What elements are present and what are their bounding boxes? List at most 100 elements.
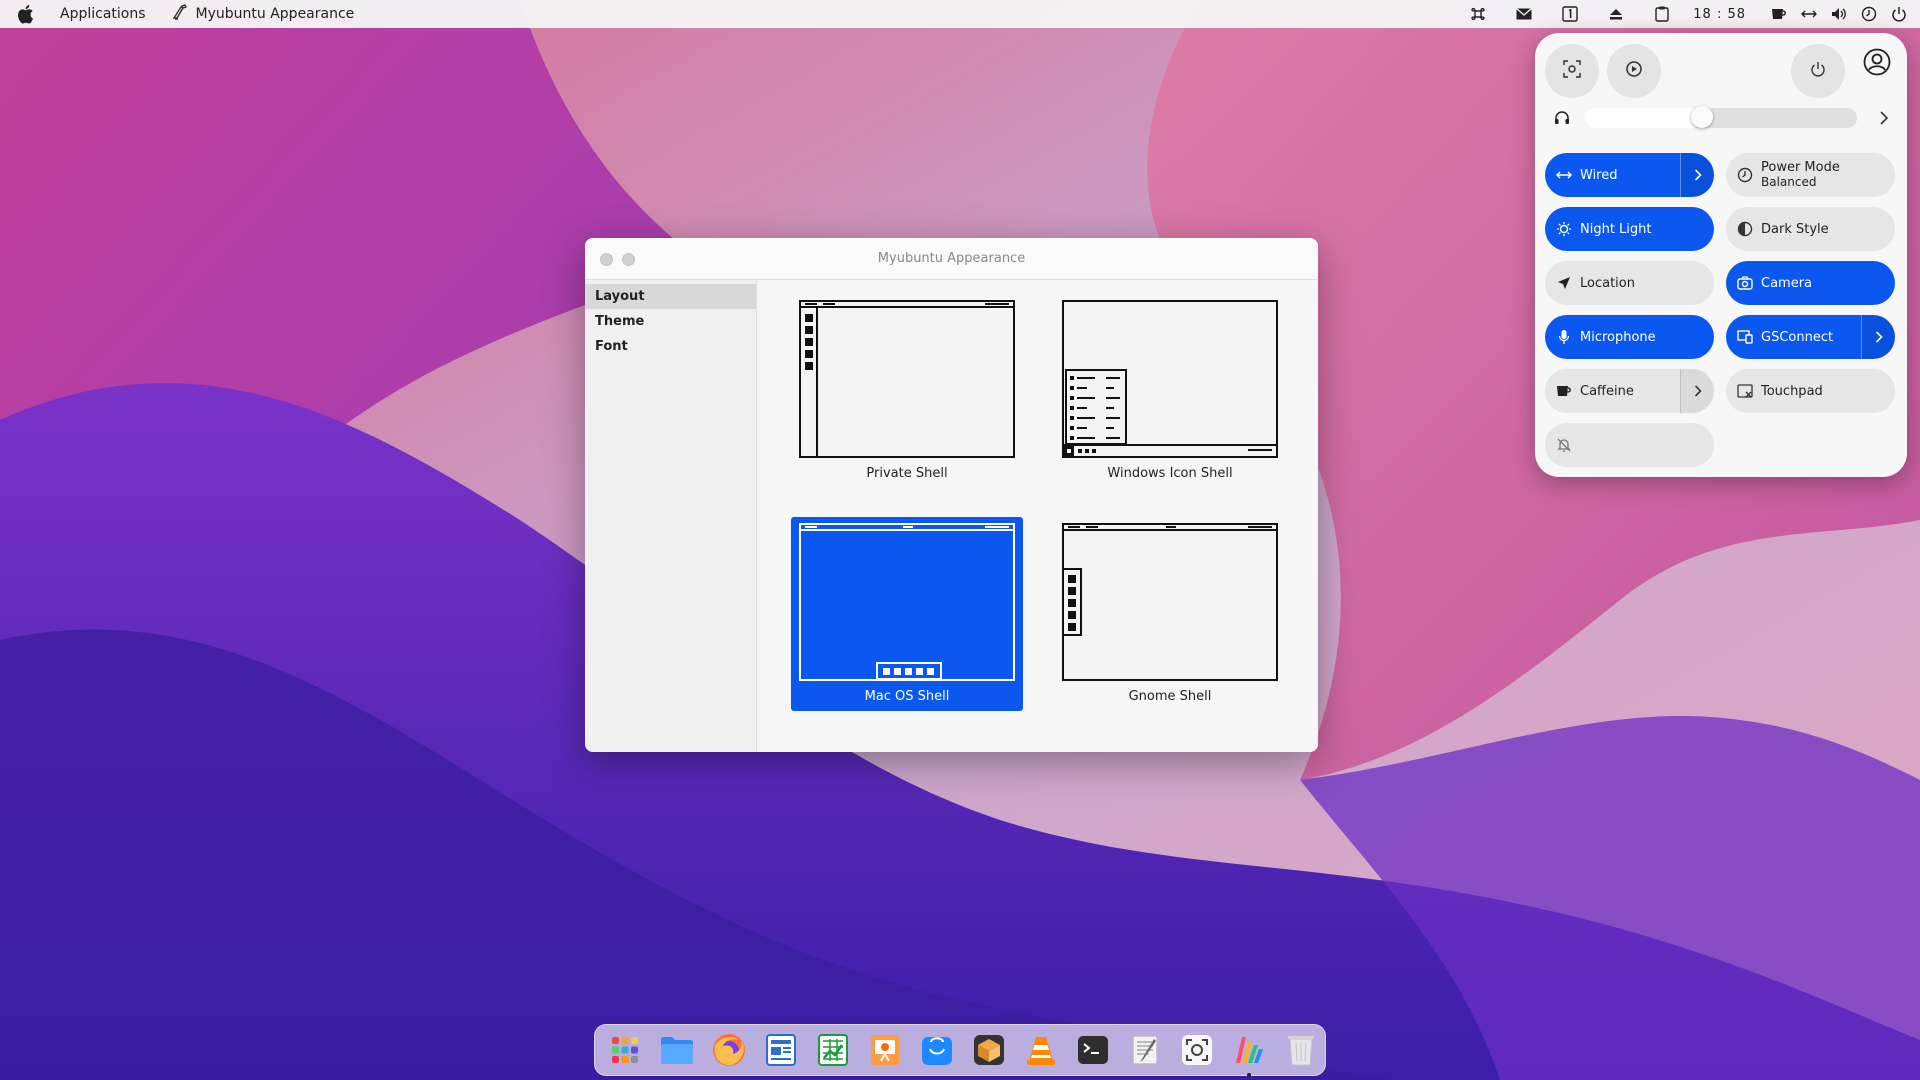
windows-icon-shell-preview <box>1062 300 1278 458</box>
software-center-icon[interactable] <box>915 1028 959 1072</box>
volume-slider[interactable] <box>1585 108 1857 128</box>
volume-output-expand-icon[interactable] <box>1875 109 1893 127</box>
top-bar: Applications Myubuntu Appearance 18 : 58 <box>0 0 1920 28</box>
command-icon[interactable] <box>1469 5 1487 23</box>
quick-toggle-microphone-label: Microphone <box>1580 329 1656 345</box>
app-grid-icon[interactable] <box>603 1028 647 1072</box>
trash-icon[interactable] <box>1279 1028 1323 1072</box>
quick-toggle-dark-style[interactable]: Dark Style <box>1726 207 1895 251</box>
quick-toggle-power-mode-label: Power Mode <box>1761 160 1840 175</box>
vlc-icon[interactable] <box>1019 1028 1063 1072</box>
quick-toggle-location-label: Location <box>1580 275 1635 291</box>
writer-icon[interactable] <box>759 1028 803 1072</box>
quick-toggle-power-mode[interactable]: Power Mode Balanced <box>1726 153 1895 197</box>
quick-toggle-touchpad[interactable]: Touchpad <box>1726 369 1895 413</box>
screenshot-icon[interactable] <box>1175 1028 1219 1072</box>
user-avatar-button[interactable] <box>1862 48 1892 80</box>
text-editor-icon[interactable] <box>1123 1028 1167 1072</box>
running-indicator <box>1247 1073 1251 1077</box>
clipboard-icon[interactable] <box>1653 5 1671 23</box>
caffeine-expand-button[interactable] <box>1680 369 1714 413</box>
quick-toggle-microphone[interactable]: Microphone <box>1545 315 1714 359</box>
gsconnect-expand-button[interactable] <box>1861 315 1895 359</box>
screenshot-button[interactable] <box>1545 44 1599 98</box>
mail-icon[interactable] <box>1515 5 1533 23</box>
quick-toggle-gsconnect[interactable]: GSConnect <box>1726 315 1895 359</box>
quick-toggle-location[interactable]: Location <box>1545 261 1714 305</box>
window-close-button[interactable] <box>600 253 613 266</box>
layout-label-gnome-shell: Gnome Shell <box>1128 689 1212 704</box>
screen-record-icon <box>1625 60 1643 82</box>
power-icon <box>1810 61 1826 81</box>
window-sidebar: Layout Theme Font <box>585 280 757 752</box>
gsconnect-icon <box>1737 329 1753 345</box>
impress-icon[interactable] <box>863 1028 907 1072</box>
wired-expand-button[interactable] <box>1680 153 1714 197</box>
active-app-menu[interactable]: Myubuntu Appearance <box>172 4 355 24</box>
private-shell-preview <box>799 300 1015 458</box>
screenshot-icon <box>1563 60 1581 82</box>
volume-icon[interactable] <box>1830 5 1848 23</box>
dark-style-icon <box>1737 221 1753 237</box>
night-light-icon <box>1556 221 1572 237</box>
volume-slider-knob[interactable] <box>1690 106 1713 128</box>
quick-toggle-wired-label: Wired <box>1580 167 1618 183</box>
firefox-icon[interactable] <box>707 1028 751 1072</box>
layout-option-windows-icon-shell[interactable]: Windows Icon Shell <box>1054 294 1286 488</box>
applications-menu[interactable]: Applications <box>60 6 146 22</box>
quick-toggle-touchpad-label: Touchpad <box>1761 383 1823 399</box>
files-icon[interactable] <box>655 1028 699 1072</box>
power-icon[interactable] <box>1890 5 1908 23</box>
layout-option-mac-os-shell[interactable]: Mac OS Shell <box>791 517 1023 711</box>
layout-label-windows-icon-shell: Windows Icon Shell <box>1107 466 1233 481</box>
quick-toggle-camera-label: Camera <box>1761 275 1813 291</box>
quick-toggle-dark-style-label: Dark Style <box>1761 221 1829 237</box>
window-titlebar[interactable]: Myubuntu Appearance <box>585 238 1318 280</box>
appearance-app-icon <box>172 4 188 24</box>
quick-toggle-do-not-disturb[interactable] <box>1545 423 1714 467</box>
eject-icon[interactable] <box>1607 5 1625 23</box>
volume-slider-fill <box>1585 108 1702 128</box>
volume-row <box>1535 103 1907 133</box>
layout-grid: Private Shell Windows Icon Shell Mac OS … <box>757 280 1318 752</box>
layout-label-private-shell: Private Shell <box>866 466 948 481</box>
quick-toggle-wired[interactable]: Wired <box>1545 153 1714 197</box>
headphones-icon[interactable] <box>1553 109 1571 127</box>
quick-toggle-night-light[interactable]: Night Light <box>1545 207 1714 251</box>
quick-settings-panel: Wired Power Mode Balanced Night Light Dar… <box>1535 33 1907 477</box>
applications-menu-label: Applications <box>60 6 146 22</box>
sidebar-item-layout[interactable]: Layout <box>585 284 756 309</box>
workspace-1-icon[interactable] <box>1561 5 1579 23</box>
terminal-icon[interactable] <box>1071 1028 1115 1072</box>
touchpad-icon <box>1737 383 1753 399</box>
sidebar-item-theme[interactable]: Theme <box>585 309 756 334</box>
window-minimize-button[interactable] <box>622 253 635 266</box>
power-menu-button[interactable] <box>1791 44 1845 98</box>
apple-logo-icon[interactable] <box>14 3 36 25</box>
sidebar-item-font[interactable]: Font <box>585 334 756 359</box>
active-app-title: Myubuntu Appearance <box>195 6 355 22</box>
calc-icon[interactable] <box>811 1028 855 1072</box>
gnome-shell-preview <box>1062 523 1278 681</box>
window-title: Myubuntu Appearance <box>877 251 1026 266</box>
network-wired-icon[interactable] <box>1800 5 1818 23</box>
camera-icon <box>1737 275 1753 291</box>
location-icon <box>1556 275 1572 291</box>
power-mode-icon <box>1737 167 1753 183</box>
package-icon[interactable] <box>967 1028 1011 1072</box>
user-avatar-icon <box>1863 48 1891 80</box>
layout-option-gnome-shell[interactable]: Gnome Shell <box>1054 517 1286 711</box>
mac-os-shell-preview <box>799 523 1015 681</box>
screen-record-button[interactable] <box>1607 44 1661 98</box>
clock[interactable]: 18 : 58 <box>1693 7 1746 22</box>
quick-toggle-night-light-label: Night Light <box>1580 221 1652 237</box>
appearance-window: Myubuntu Appearance Layout Theme Font Pr… <box>585 238 1318 752</box>
layout-option-private-shell[interactable]: Private Shell <box>791 294 1023 488</box>
network-wired-icon <box>1556 167 1572 183</box>
caffeine-icon[interactable] <box>1770 5 1788 23</box>
quick-toggle-caffeine[interactable]: Caffeine <box>1545 369 1714 413</box>
power-mode-icon[interactable] <box>1860 5 1878 23</box>
quick-toggle-camera[interactable]: Camera <box>1726 261 1895 305</box>
quick-toggle-power-mode-sub: Balanced <box>1761 175 1817 189</box>
appearance-icon[interactable] <box>1227 1028 1271 1077</box>
